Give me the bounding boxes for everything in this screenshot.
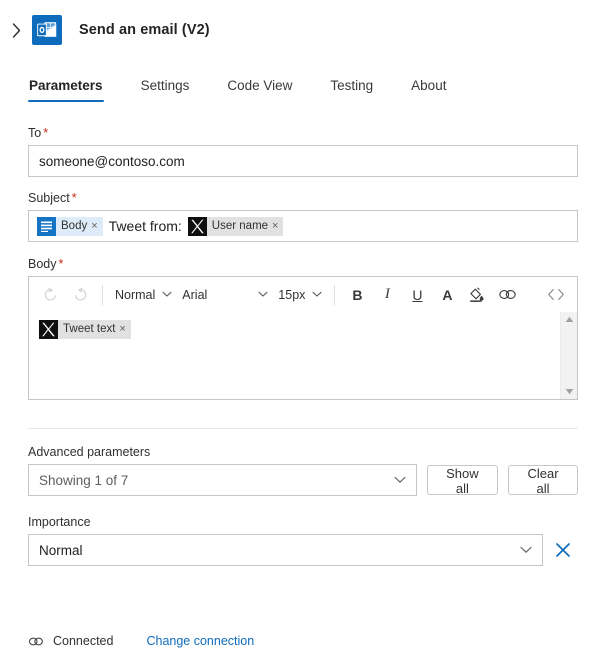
advanced-parameters-value: Showing 1 of 7 [39, 472, 129, 488]
link-icon [499, 290, 516, 299]
body-rich-text-editor: Normal Arial 15px B I U A Tweet text × [28, 276, 578, 400]
code-view-button[interactable] [541, 281, 571, 309]
token-tweet-text[interactable]: Tweet text × [39, 320, 131, 339]
tab-bar: Parameters Settings Code View Testing Ab… [0, 68, 606, 102]
token-body-label: Body [61, 219, 88, 232]
body-required-marker: * [58, 257, 64, 271]
advanced-parameters-group: Advanced parameters Showing 1 of 7 Show … [28, 445, 578, 496]
chevron-down-icon [312, 291, 322, 298]
advanced-parameters-select[interactable]: Showing 1 of 7 [28, 464, 417, 496]
token-body[interactable]: Body × [37, 216, 103, 236]
body-list-icon [37, 216, 56, 236]
chevron-down-icon [162, 291, 172, 298]
to-field-group: To * [28, 126, 578, 177]
font-size-value: 15px [278, 287, 306, 302]
bold-button[interactable]: B [342, 281, 372, 309]
body-editor-scrollbar[interactable] [560, 312, 577, 399]
tab-settings[interactable]: Settings [140, 78, 191, 102]
token-user-name[interactable]: User name × [187, 216, 284, 236]
body-editor-area[interactable]: Tweet text × [29, 312, 577, 399]
close-icon [556, 543, 571, 557]
editor-toolbar: Normal Arial 15px B I U A [29, 277, 577, 312]
toolbar-divider-2 [334, 284, 336, 305]
importance-row: Normal [28, 534, 578, 566]
highlight-button[interactable] [462, 281, 492, 309]
importance-clear-button[interactable] [549, 534, 578, 566]
paragraph-style-value: Normal [115, 287, 156, 302]
body-label-text: Body [28, 257, 57, 271]
tab-code-view[interactable]: Code View [226, 78, 293, 102]
code-icon [548, 289, 564, 300]
connection-status-text: Connected [53, 634, 114, 648]
section-divider [28, 428, 578, 429]
page-title: Send an email (V2) [79, 22, 210, 38]
clear-all-button[interactable]: Clear all [508, 465, 578, 496]
font-family-select[interactable]: Arial [177, 282, 273, 308]
font-size-select[interactable]: 15px [273, 282, 327, 308]
token-tweet-text-remove[interactable]: × [119, 320, 130, 339]
font-color-button[interactable]: A [432, 281, 462, 309]
connection-footer: Connected Change connection [28, 634, 254, 648]
parameters-form: To* Subject* Body × Tweet from: [0, 126, 606, 400]
to-label-text: To [28, 126, 42, 140]
advanced-parameters-row: Showing 1 of 7 Show all Clear all [28, 464, 578, 496]
token-body-remove[interactable]: × [91, 217, 102, 236]
change-connection-link[interactable]: Change connection [146, 634, 254, 648]
body-label: Body * [28, 257, 578, 271]
advanced-section: Advanced parameters Showing 1 of 7 Show … [0, 445, 606, 566]
font-family-value: Arial [182, 287, 208, 302]
underline-icon: U [412, 286, 423, 303]
toolbar-divider-1 [102, 284, 103, 305]
outlook-icon [32, 15, 62, 45]
to-required-marker: * [43, 126, 49, 140]
paragraph-style-select[interactable]: Normal [110, 282, 177, 308]
italic-icon: I [384, 286, 390, 302]
subject-field-group: Subject * Body × Tweet from: User name × [28, 191, 578, 242]
advanced-parameters-label: Advanced parameters [28, 445, 151, 459]
chevron-right-icon[interactable] [4, 15, 28, 45]
link-connected-icon [28, 635, 44, 648]
x-twitter-icon [39, 320, 58, 339]
body-editor-content[interactable]: Tweet text × [29, 312, 560, 399]
undo-icon[interactable] [35, 281, 65, 309]
token-tweet-text-label: Tweet text [63, 323, 116, 335]
importance-group: Importance Normal [28, 515, 578, 566]
underline-button[interactable]: U [402, 281, 432, 309]
tab-testing[interactable]: Testing [329, 78, 374, 102]
subject-required-marker: * [71, 191, 77, 205]
panel-header: Send an email (V2) [0, 6, 606, 54]
highlight-icon [470, 287, 484, 302]
font-color-icon: A [442, 286, 453, 303]
show-all-button[interactable]: Show all [426, 465, 498, 496]
chevron-down-icon [520, 546, 532, 554]
importance-label: Importance [28, 515, 91, 529]
to-label: To * [28, 126, 578, 140]
subject-label-text: Subject [28, 191, 70, 205]
x-twitter-icon [187, 216, 207, 236]
scroll-up-icon[interactable] [565, 316, 574, 323]
subject-static-text: Tweet from: [108, 218, 182, 234]
importance-value: Normal [39, 542, 83, 558]
scroll-down-icon[interactable] [565, 388, 574, 395]
bold-icon: B [352, 286, 363, 303]
redo-icon[interactable] [65, 281, 95, 309]
tab-parameters[interactable]: Parameters [28, 78, 104, 102]
chevron-down-icon [258, 291, 268, 298]
subject-input[interactable]: Body × Tweet from: User name × [28, 210, 578, 242]
subject-label: Subject * [28, 191, 578, 205]
token-user-name-remove[interactable]: × [272, 217, 283, 236]
chevron-down-icon [394, 476, 406, 484]
body-field-group: Body * Normal Arial 15px B I U A Tweet t… [28, 257, 578, 400]
insert-link-button[interactable] [492, 281, 522, 309]
to-input[interactable] [28, 145, 578, 177]
tab-about[interactable]: About [410, 78, 447, 102]
importance-select[interactable]: Normal [28, 534, 543, 566]
italic-button[interactable]: I [372, 281, 402, 309]
token-user-name-label: User name [211, 219, 269, 232]
